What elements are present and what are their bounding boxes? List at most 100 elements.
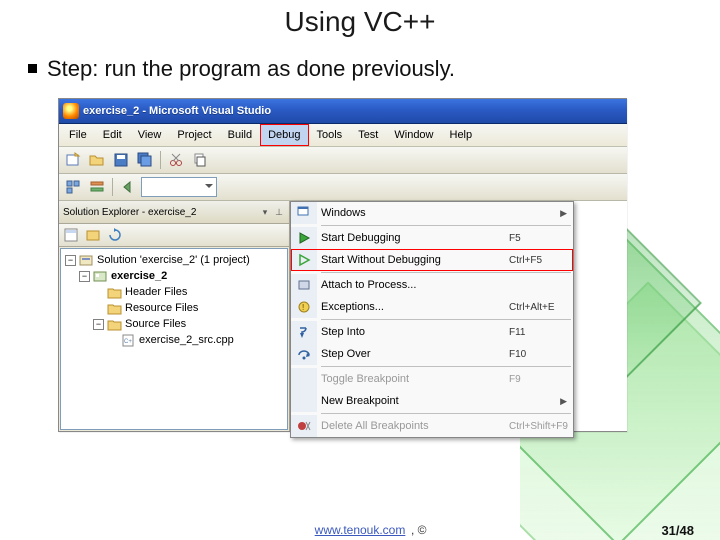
menu-item-toggle-breakpoint: Toggle BreakpointF9 [291,368,573,390]
bullet-icon [28,64,37,73]
menu-window[interactable]: Window [386,124,441,146]
menu-item-icon [291,368,317,390]
window-title: exercise_2 - Microsoft Visual Studio [83,105,271,117]
copy-icon[interactable] [189,149,211,171]
menu-separator [321,319,571,320]
refresh-icon[interactable] [106,226,124,244]
menu-separator [321,272,571,273]
tree-folder[interactable]: −Source Files [63,316,285,332]
menu-tools[interactable]: Tools [309,124,351,146]
menu-item-shortcut: F10 [509,349,567,360]
menu-test[interactable]: Test [350,124,386,146]
menu-item-windows[interactable]: Windows ▶ [291,202,573,224]
expand-icon[interactable]: − [65,255,76,266]
page-number: 31/48 [661,523,694,538]
menu-help[interactable]: Help [442,124,481,146]
menu-item-step-into[interactable]: Step IntoF11 [291,321,573,343]
back-icon[interactable] [117,176,139,198]
menu-item-attach-to-process-[interactable]: Attach to Process... [291,274,573,296]
menu-item-shortcut: F5 [509,233,567,244]
tree-icon [107,286,122,299]
footer-link[interactable]: www.tenouk.com [315,523,406,537]
svg-text:C+: C+ [124,339,132,345]
menu-project[interactable]: Project [169,124,219,146]
menu-item-label: Start Debugging [321,232,509,244]
solution-explorer-panel: Solution Explorer - exercise_2 ▾ ⊥ −Solu… [59,201,290,431]
footer-copyright: , © [411,523,427,537]
menu-item-icon [291,274,317,296]
menu-item-label: Step Into [321,326,509,338]
menu-item-label: Attach to Process... [321,279,567,291]
app-icon [63,103,79,119]
menu-item-start-debugging[interactable]: Start DebuggingF5 [291,227,573,249]
menubar[interactable]: FileEditViewProjectBuildDebugToolsTestWi… [59,124,627,147]
menu-file[interactable]: File [61,124,95,146]
menu-item-shortcut: F9 [509,374,567,385]
menu-item-shortcut: F11 [509,327,567,338]
tree-icon: C+ [121,334,136,347]
cut-icon[interactable] [165,149,187,171]
submenu-arrow-icon: ▶ [560,208,567,219]
editor-area: Windows▶Start DebuggingF5Start Without D… [290,201,627,431]
menu-item-icon [291,227,317,249]
debug-menu-dropdown: Windows▶Start DebuggingF5Start Without D… [290,201,574,438]
dropdown-icon[interactable]: ▾ [259,206,271,218]
menu-item-label: Start Without Debugging [321,254,509,266]
menu-item-icon [291,343,317,365]
menu-separator [321,366,571,367]
menu-item-label: Toggle Breakpoint [321,373,509,385]
bullet-text: Step: run the program as done previously… [47,56,455,81]
menu-separator [321,413,571,414]
menu-item-step-over[interactable]: Step OverF10 [291,343,573,365]
menu-edit[interactable]: Edit [95,124,130,146]
expand-icon[interactable]: − [79,271,90,282]
panel-header: Solution Explorer - exercise_2 ▾ ⊥ [59,201,289,224]
tree-icon [107,318,122,331]
config-dropdown[interactable] [141,177,217,197]
slide: Using VC++ Step: run the program as done… [0,0,720,540]
slide-title: Using VC++ [0,6,720,38]
new-project-icon[interactable] [62,149,84,171]
menu-item-delete-all-breakpoints: Delete All BreakpointsCtrl+Shift+F9 [291,415,573,437]
menu-item-new-breakpoint[interactable]: New Breakpoint ▶ [291,390,573,412]
save-all-icon[interactable] [134,149,156,171]
tb-icon2[interactable] [86,176,108,198]
slide-bullet: Step: run the program as done previously… [28,56,455,82]
screenshot-window: exercise_2 - Microsoft Visual Studio Fil… [58,98,627,432]
submenu-arrow-icon: ▶ [560,396,567,407]
menu-item-start-without-debugging[interactable]: Start Without DebuggingCtrl+F5 [291,249,573,271]
menu-item-icon [291,390,317,412]
menu-item-icon [291,202,317,224]
save-icon[interactable] [110,149,132,171]
titlebar: exercise_2 - Microsoft Visual Studio [59,99,627,124]
tree-folder[interactable]: Resource Files [63,300,285,316]
toolbar-main [59,147,627,174]
tree-project[interactable]: −exercise_2 [63,268,285,284]
solution-tree[interactable]: −Solution 'exercise_2' (1 project)−exerc… [60,248,288,430]
menu-item-label: New Breakpoint [321,395,556,407]
tree-file[interactable]: C+exercise_2_src.cpp [63,332,285,348]
tree-folder[interactable]: Header Files [63,284,285,300]
properties-icon[interactable] [62,226,80,244]
menu-item-label: Windows [321,207,556,219]
menu-build[interactable]: Build [220,124,260,146]
menu-item-shortcut: Ctrl+Alt+E [509,302,567,313]
tb-icon[interactable] [62,176,84,198]
menu-view[interactable]: View [130,124,170,146]
open-icon[interactable] [86,149,108,171]
menu-item-icon [291,415,317,437]
panel-toolbar [59,224,289,247]
show-all-icon[interactable] [84,226,102,244]
expand-icon[interactable]: − [93,319,104,330]
menu-debug[interactable]: Debug [260,124,308,146]
menu-item-exceptions-[interactable]: !Exceptions...Ctrl+Alt+E [291,296,573,318]
menu-item-icon [291,249,317,271]
tree-icon [107,302,122,315]
menu-item-shortcut: Ctrl+F5 [509,255,567,266]
menu-separator [321,225,571,226]
tree-icon [79,254,94,267]
menu-item-icon: ! [291,296,317,318]
pin-icon[interactable]: ⊥ [273,206,285,218]
tree-solution[interactable]: −Solution 'exercise_2' (1 project) [63,252,285,268]
tree-icon [93,270,108,283]
